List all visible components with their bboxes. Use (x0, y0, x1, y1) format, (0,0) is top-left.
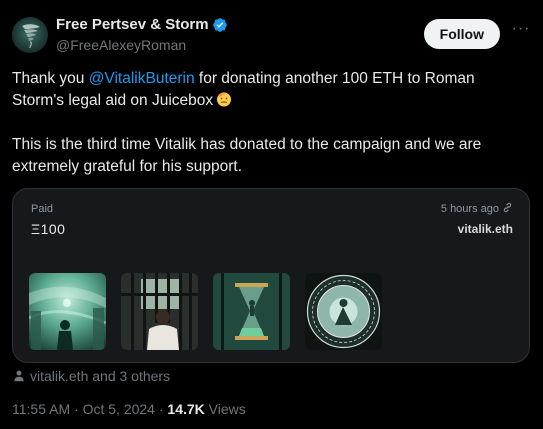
saluting-face-emoji-icon (217, 92, 232, 107)
likers-row[interactable]: vitalik.eth and 3 others (12, 368, 170, 384)
juicebox-payment-card[interactable]: Paid Ξ100 5 hours ago vitalik.eth (12, 188, 530, 363)
verified-badge-icon (212, 17, 227, 32)
payment-amount: Ξ100 (31, 221, 66, 237)
payment-time[interactable]: 5 hours ago (441, 202, 513, 215)
person-icon (14, 370, 24, 382)
payer-name[interactable]: vitalik.eth (458, 222, 513, 236)
thumbnail-circular-seal[interactable] (305, 273, 382, 350)
author-display-name[interactable]: Free Pertsev & Storm (56, 16, 209, 33)
tweet-time[interactable]: 11:55 AM (12, 401, 70, 417)
tweet-header: Free Pertsev & Storm @FreeAlexeyRoman Fo… (12, 14, 531, 58)
likers-text: vitalik.eth and 3 others (30, 368, 171, 384)
views-label: Views (208, 401, 246, 417)
author-handle[interactable]: @FreeAlexeyRoman (56, 37, 228, 53)
meta-separator: · (158, 401, 164, 417)
thumbnail-hourglass-prison[interactable] (213, 273, 290, 350)
tweet-date[interactable]: Oct 5, 2024 (83, 401, 155, 417)
author-name-block: Free Pertsev & Storm @FreeAlexeyRoman (56, 16, 228, 53)
meta-separator: · (74, 401, 79, 417)
more-options-icon[interactable]: ··· (511, 21, 531, 42)
tweet-meta: 11:55 AM · Oct 5, 2024 · 14.7K Views (12, 401, 246, 417)
tweet-text: Thank you @VitalikButerin for donating a… (12, 68, 527, 178)
tweet-paragraph-2: This is the third time Vitalik has donat… (12, 136, 482, 175)
mention-link[interactable]: @VitalikButerin (89, 70, 195, 87)
tweet-text-prefix: Thank you (12, 70, 89, 87)
follow-button[interactable]: Follow (423, 19, 500, 49)
link-icon (503, 202, 512, 213)
thumbnail-green-storm-figure[interactable] (29, 273, 106, 350)
tweet-paragraph-1: Thank you @VitalikButerin for donating a… (12, 68, 527, 112)
author-avatar[interactable] (12, 17, 48, 53)
paid-label: Paid (31, 203, 54, 215)
thumbnail-prison-bars-man[interactable] (121, 273, 198, 350)
nft-thumbnails (29, 273, 382, 350)
payment-time-text: 5 hours ago (440, 203, 499, 215)
views-count: 14.7K (167, 401, 205, 417)
